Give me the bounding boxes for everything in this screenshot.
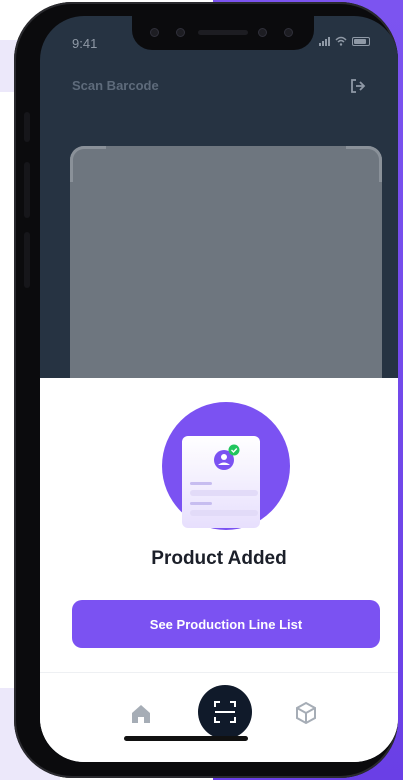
bottom-tab-bar bbox=[40, 672, 398, 762]
logout-icon[interactable] bbox=[350, 78, 366, 94]
success-title: Product Added bbox=[151, 548, 287, 569]
phone-side-button bbox=[24, 232, 30, 288]
phone-notch bbox=[132, 16, 314, 50]
scan-icon bbox=[214, 701, 236, 723]
phone-side-button bbox=[24, 112, 30, 142]
camera-scan-area[interactable] bbox=[70, 146, 382, 406]
home-indicator[interactable] bbox=[124, 736, 248, 741]
status-time: 9:41 bbox=[72, 36, 98, 51]
sensor-dot bbox=[176, 28, 185, 37]
camera-dot bbox=[150, 28, 159, 37]
success-bottom-sheet: Product Added See Production Line List bbox=[40, 378, 398, 762]
sensor-dot bbox=[258, 28, 267, 37]
phone-side-button bbox=[24, 162, 30, 218]
status-icons bbox=[319, 36, 370, 46]
battery-icon bbox=[352, 36, 370, 46]
scan-corner bbox=[346, 146, 382, 182]
speaker-grille bbox=[198, 30, 248, 35]
product-added-illustration bbox=[162, 402, 290, 530]
box-icon[interactable] bbox=[294, 701, 318, 725]
scan-tab-button[interactable] bbox=[198, 685, 252, 739]
phone-screen: 9:41 Scan Barcode Product Added See Prod… bbox=[40, 16, 398, 762]
page-title: Scan Barcode bbox=[72, 78, 159, 93]
wifi-icon bbox=[335, 36, 347, 46]
see-production-line-list-button[interactable]: See Production Line List bbox=[72, 600, 380, 648]
scan-corner bbox=[70, 146, 106, 182]
signal-icon bbox=[319, 36, 330, 46]
home-icon[interactable] bbox=[130, 703, 152, 725]
camera-dot bbox=[284, 28, 293, 37]
phone-frame: 9:41 Scan Barcode Product Added See Prod… bbox=[14, 2, 398, 778]
